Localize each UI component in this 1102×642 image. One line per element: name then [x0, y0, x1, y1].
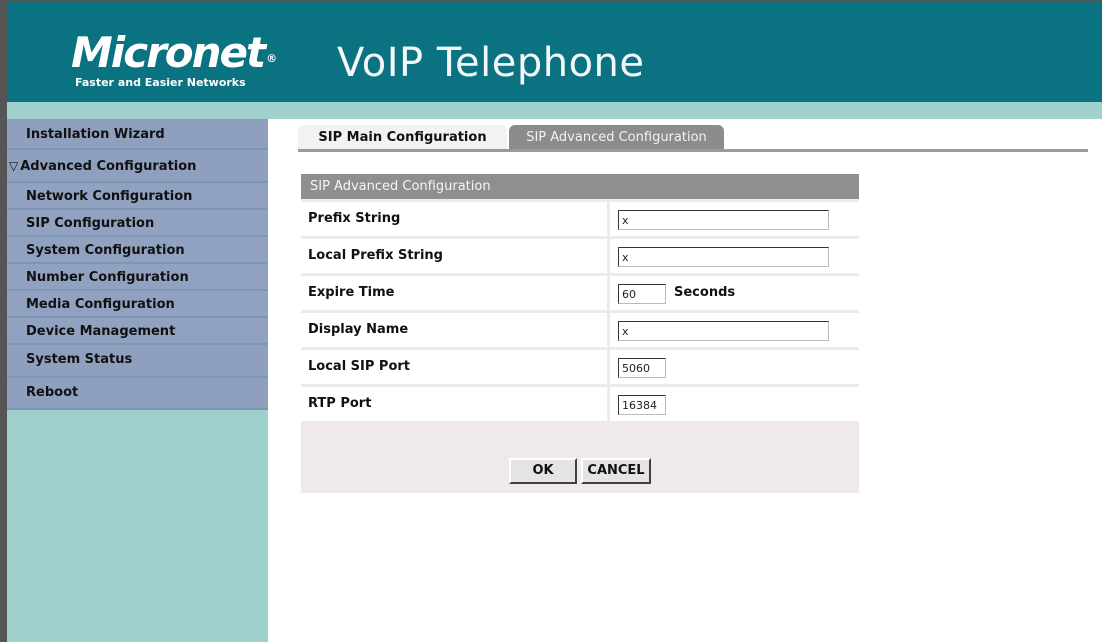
- header-divider-strip: [7, 102, 1102, 119]
- sidebar-item-network-configuration[interactable]: Network Configuration: [7, 183, 268, 210]
- sidebar-item-label: Advanced Configuration: [20, 159, 197, 174]
- sidebar-item-label: Installation Wizard: [26, 127, 165, 142]
- field-value-cell: Seconds: [610, 276, 859, 310]
- logo-text: Micronet: [71, 28, 266, 77]
- display-name-input[interactable]: [618, 321, 829, 341]
- sidebar-item-device-management[interactable]: Device Management: [7, 318, 268, 345]
- triangle-down-icon: ▽: [9, 159, 19, 173]
- local-sip-port-input[interactable]: [618, 358, 666, 378]
- field-value-cell: [610, 202, 859, 236]
- field-label: Local Prefix String: [301, 239, 607, 273]
- sidebar-item-media-configuration[interactable]: Media Configuration: [7, 291, 268, 318]
- app-title: VoIP Telephone: [337, 40, 645, 86]
- row-local-sip-port: Local SIP Port: [301, 350, 859, 384]
- local-prefix-string-input[interactable]: [618, 247, 829, 267]
- row-display-name: Display Name: [301, 313, 859, 347]
- field-label: Local SIP Port: [301, 350, 607, 384]
- field-label: Display Name: [301, 313, 607, 347]
- sidebar-item-label: Network Configuration: [26, 189, 193, 204]
- sidebar: Installation Wizard ▽ Advanced Configurat…: [7, 119, 268, 642]
- sidebar-item-sip-configuration[interactable]: SIP Configuration: [7, 210, 268, 237]
- sidebar-item-label: System Status: [26, 352, 133, 367]
- field-label: Prefix String: [301, 202, 607, 236]
- micronet-logo: Micronet ® Faster and Easier Networks: [71, 32, 277, 90]
- row-local-prefix-string: Local Prefix String: [301, 239, 859, 273]
- sidebar-item-label: Media Configuration: [26, 297, 175, 312]
- sidebar-item-system-configuration[interactable]: System Configuration: [7, 237, 268, 264]
- registered-mark: ®: [266, 52, 277, 65]
- sip-advanced-panel: SIP Advanced Configuration Prefix String…: [301, 174, 859, 493]
- row-rtp-port: RTP Port: [301, 387, 859, 421]
- sidebar-item-installation-wizard[interactable]: Installation Wizard: [7, 119, 268, 150]
- tab-underline: [298, 149, 1088, 152]
- row-expire-time: Expire Time Seconds: [301, 276, 859, 310]
- sidebar-item-number-configuration[interactable]: Number Configuration: [7, 264, 268, 291]
- rtp-port-input[interactable]: [618, 395, 666, 415]
- window-left-border: [0, 0, 7, 642]
- field-value-cell: [610, 387, 859, 421]
- expire-time-input[interactable]: [618, 284, 666, 304]
- main-content: SIP Main Configuration SIP Advanced Conf…: [268, 119, 1102, 642]
- sidebar-item-label: System Configuration: [26, 243, 185, 258]
- row-prefix-string: Prefix String: [301, 202, 859, 236]
- app-header: Micronet ® Faster and Easier Networks VoI…: [7, 2, 1102, 102]
- sidebar-item-system-status[interactable]: System Status: [7, 345, 268, 378]
- field-value-cell: [610, 239, 859, 273]
- field-value-cell: [610, 350, 859, 384]
- field-label: Expire Time: [301, 276, 607, 310]
- field-value-cell: [610, 313, 859, 347]
- prefix-string-input[interactable]: [618, 210, 829, 230]
- cancel-button[interactable]: CANCEL: [581, 458, 651, 484]
- sidebar-item-reboot[interactable]: Reboot: [7, 378, 268, 410]
- sidebar-item-label: Number Configuration: [26, 270, 189, 285]
- ok-button[interactable]: OK: [509, 458, 577, 484]
- field-label: RTP Port: [301, 387, 607, 421]
- panel-title: SIP Advanced Configuration: [301, 174, 859, 199]
- tab-sip-main-configuration[interactable]: SIP Main Configuration: [298, 125, 507, 151]
- tab-sip-advanced-configuration[interactable]: SIP Advanced Configuration: [509, 125, 724, 151]
- sidebar-item-advanced-configuration[interactable]: ▽ Advanced Configuration: [7, 150, 268, 183]
- expire-time-unit: Seconds: [674, 285, 736, 300]
- sidebar-item-label: SIP Configuration: [26, 216, 155, 231]
- sidebar-item-label: Device Management: [26, 324, 176, 339]
- sidebar-item-label: Reboot: [26, 385, 79, 400]
- logo-tagline: Faster and Easier Networks: [75, 76, 246, 89]
